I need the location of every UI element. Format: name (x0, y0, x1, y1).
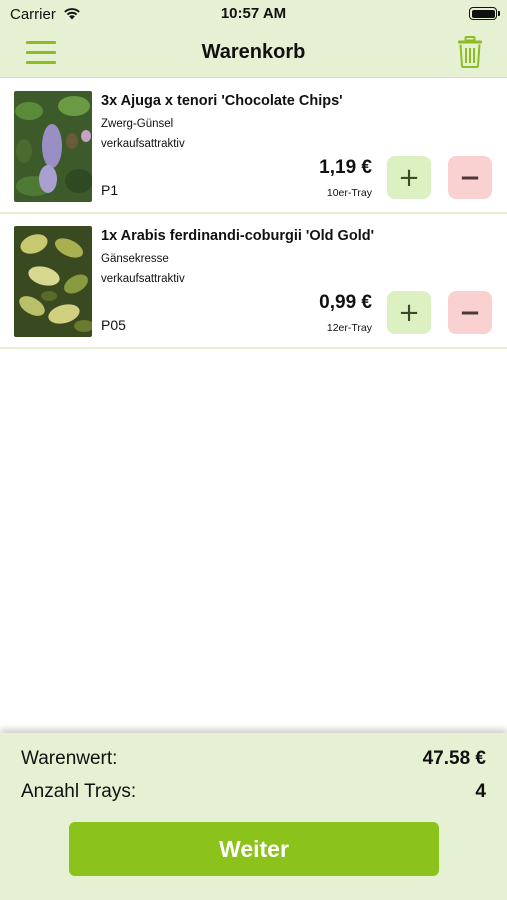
trash-icon[interactable] (457, 36, 483, 68)
cart-list: 3x Ajuga x tenori 'Chocolate Chips' Zwer… (0, 79, 507, 349)
status-bar: Carrier 10:57 AM (0, 0, 507, 28)
battery-icon (469, 7, 500, 20)
weiter-button[interactable]: Weiter (69, 822, 439, 876)
warenwert-value: 47.58 € (422, 748, 486, 769)
decrease-quantity-button[interactable]: − (448, 156, 492, 199)
increase-quantity-button[interactable]: + (387, 156, 431, 199)
item-price: 1,19 € (319, 157, 372, 178)
product-image-arabis (14, 226, 92, 337)
nav-bar: Warenkorb (0, 28, 507, 78)
item-title: 3x Ajuga x tenori 'Chocolate Chips' (101, 93, 343, 109)
item-unit: 10er-Tray (326, 187, 372, 199)
product-image-ajuga (14, 91, 92, 202)
trays-value: 4 (475, 781, 486, 802)
item-tag: verkaufsattraktiv (101, 138, 185, 150)
status-time: 10:57 AM (220, 5, 287, 22)
item-tag: verkaufsattraktiv (101, 273, 185, 285)
increase-quantity-button[interactable]: + (387, 291, 431, 334)
item-title: 1x Arabis ferdinandi-coburgii 'Old Gold' (101, 228, 375, 244)
item-subtitle: Zwerg-Günsel (101, 118, 174, 130)
item-code: P05 (101, 317, 126, 333)
warenwert-label: Warenwert: (21, 748, 118, 769)
item-unit: 12er-Tray (326, 322, 372, 334)
cart-item[interactable]: 3x Ajuga x tenori 'Chocolate Chips' Zwer… (0, 79, 507, 214)
cart-item[interactable]: 1x Arabis ferdinandi-coburgii 'Old Gold'… (0, 214, 507, 349)
item-subtitle: Gänsekresse (101, 253, 169, 265)
trays-label: Anzahl Trays: (21, 781, 137, 802)
cart-summary: Warenwert: 47.58 € Anzahl Trays: 4 Weite… (0, 733, 507, 900)
decrease-quantity-button[interactable]: − (448, 291, 492, 334)
item-code: P1 (101, 182, 119, 198)
page-title: Warenkorb (201, 41, 306, 63)
item-price: 0,99 € (319, 292, 372, 313)
